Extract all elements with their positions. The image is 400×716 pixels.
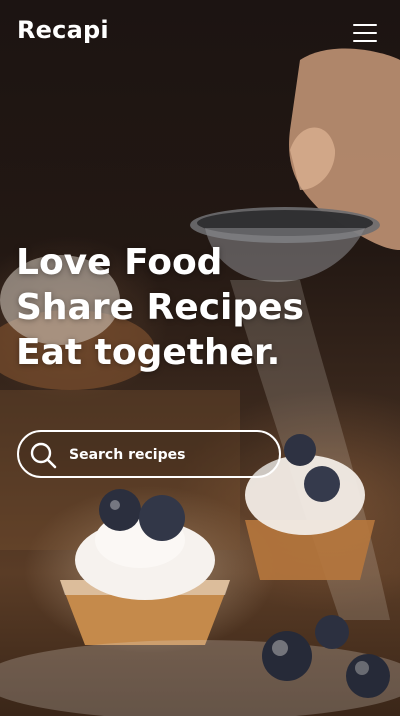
hero-headline: Love Food Share Recipes Eat together. [16,240,386,375]
search-icon[interactable] [29,441,57,469]
hamburger-menu-icon[interactable] [350,22,380,44]
search-bar[interactable] [17,430,281,478]
landing-screen: Recapi Love Food Share Recipes Eat toget… [0,0,400,716]
search-input[interactable] [67,439,271,471]
app-logo[interactable]: Recapi [17,16,109,44]
hero-line-1: Love Food [16,242,223,283]
app-header: Recapi [0,0,400,66]
hero-line-2: Share Recipes [16,287,304,328]
hero-line-3: Eat together. [16,332,281,373]
